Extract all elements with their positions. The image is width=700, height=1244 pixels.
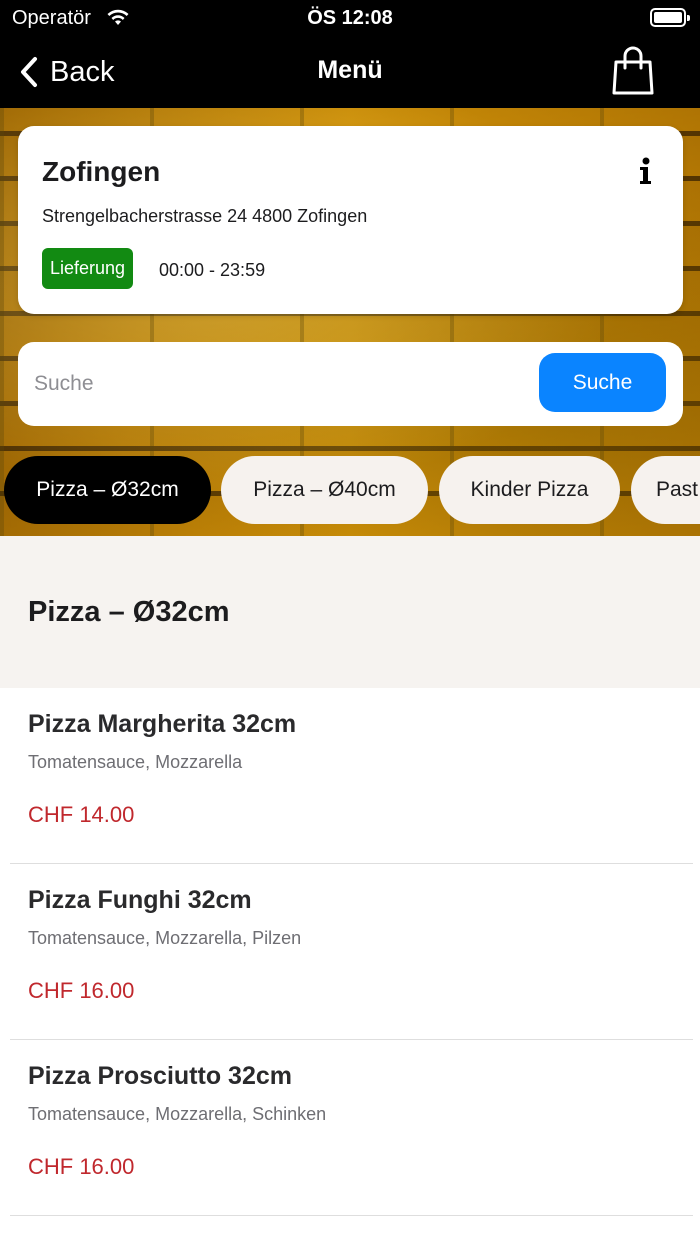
- delivery-badge: Lieferung: [42, 248, 134, 289]
- menu-item-price: CHF 16.00: [28, 978, 135, 1003]
- back-label: Back: [50, 55, 115, 88]
- top-bar: Operatör ÖS 12:08 Back Menü: [0, 0, 700, 108]
- section-header: Pizza – Ø32cm: [0, 536, 700, 688]
- chevron-left-icon: [21, 57, 37, 87]
- store-address: Strengelbacherstrasse 24 4800 Zofingen: [42, 206, 368, 226]
- battery-icon: [650, 8, 690, 27]
- clock: ÖS 12:08: [307, 7, 393, 29]
- back-button[interactable]: Back: [20, 52, 114, 92]
- opening-hours: 00:00 - 23:59: [159, 260, 266, 280]
- tab-pizza-32cm[interactable]: Pizza – Ø32cm: [4, 456, 211, 524]
- status-bar: Operatör ÖS 12:08: [0, 0, 700, 36]
- section-title: Pizza – Ø32cm: [28, 596, 230, 628]
- category-tabs: Pizza – Ø32cm Pizza – Ø40cm Kinder Pizza…: [0, 456, 700, 524]
- tab-pasta[interactable]: Past: [631, 456, 700, 524]
- menu-item-name: Pizza Prosciutto 32cm: [28, 1062, 292, 1090]
- search-input[interactable]: [34, 362, 524, 406]
- menu-item[interactable]: Pizza Funghi 32cm Tomatensauce, Mozzarel…: [0, 864, 700, 1040]
- menu-item[interactable]: Pizza Prosciutto 32cm Tomatensauce, Mozz…: [0, 1040, 700, 1216]
- menu-item-description: Tomatensauce, Mozzarella: [28, 752, 243, 772]
- menu-item-description: Tomatensauce, Mozzarella, Pilzen: [28, 928, 302, 948]
- tab-pizza-40cm[interactable]: Pizza – Ø40cm: [221, 456, 428, 524]
- menu-item[interactable]: Pizza Margherita 32cm Tomatensauce, Mozz…: [0, 688, 700, 864]
- tab-kinder-pizza[interactable]: Kinder Pizza: [439, 456, 620, 524]
- menu-item-name: Pizza Funghi 32cm: [28, 886, 252, 914]
- divider: [10, 1215, 693, 1216]
- shopping-bag-icon[interactable]: [612, 46, 654, 96]
- menu-item-price: CHF 16.00: [28, 1154, 135, 1179]
- menu-item-price: CHF 14.00: [28, 802, 135, 827]
- search-bar: Suche: [18, 342, 683, 426]
- search-button[interactable]: Suche: [539, 353, 666, 412]
- menu-list: Pizza Margherita 32cm Tomatensauce, Mozz…: [0, 688, 700, 1216]
- store-card: Zofingen Strengelbacherstrasse 24 4800 Z…: [18, 126, 683, 314]
- info-icon[interactable]: [637, 156, 653, 186]
- store-name: Zofingen: [42, 156, 161, 187]
- menu-item-name: Pizza Margherita 32cm: [28, 710, 297, 738]
- menu-item-description: Tomatensauce, Mozzarella, Schinken: [28, 1104, 327, 1124]
